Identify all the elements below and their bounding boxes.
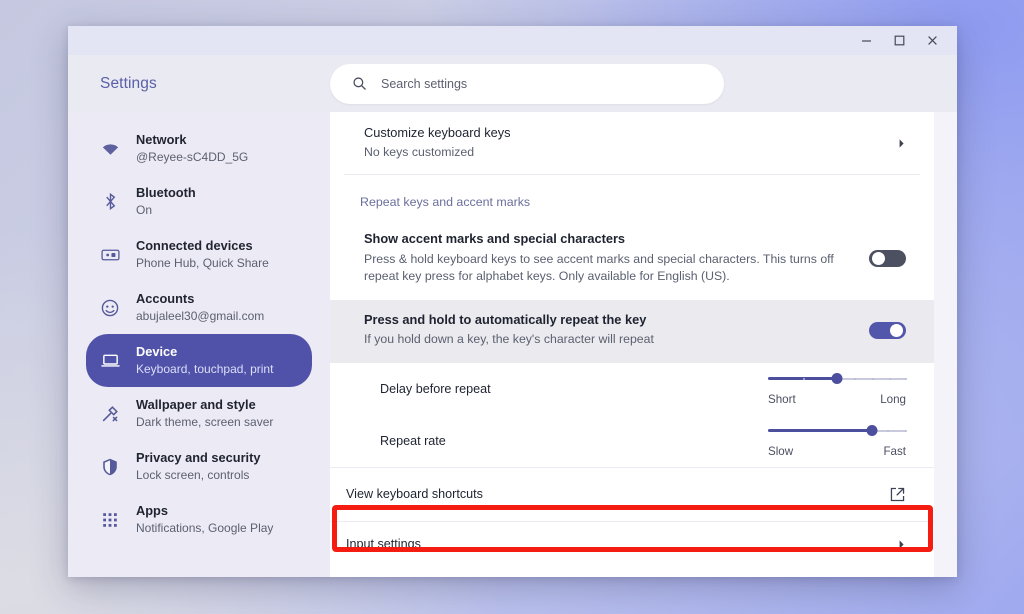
view-keyboard-shortcuts-row[interactable]: View keyboard shortcuts [330, 467, 934, 521]
row-title: Press and hold to automatically repeat t… [364, 312, 654, 329]
sidebar-item-label: Wallpaper and style [136, 397, 273, 413]
search-icon [352, 76, 367, 91]
sidebar-item-label: Network [136, 132, 248, 148]
apps-grid-icon [100, 512, 120, 528]
sidebar: Network @Reyee-sC4DD_5G Bluetooth On [68, 112, 330, 577]
input-settings-row[interactable]: Input settings [330, 521, 934, 567]
sidebar-item-sublabel: Phone Hub, Quick Share [136, 256, 269, 271]
slider-min-label: Slow [768, 445, 793, 458]
row-description: If you hold down a key, the key's charac… [364, 331, 654, 348]
search-placeholder: Search settings [381, 77, 467, 91]
sidebar-item-sublabel: Dark theme, screen saver [136, 415, 273, 430]
bluetooth-icon [100, 193, 120, 210]
slider-min-label: Short [768, 393, 796, 406]
minimize-icon[interactable] [850, 26, 883, 55]
sidebar-item-wallpaper-and-style[interactable]: Wallpaper and style Dark theme, screen s… [86, 387, 312, 440]
sidebar-item-privacy-and-security[interactable]: Privacy and security Lock screen, contro… [86, 440, 312, 493]
search-input[interactable]: Search settings [330, 64, 724, 104]
window-body: Network @Reyee-sC4DD_5G Bluetooth On [68, 112, 957, 577]
delay-before-repeat-row: Delay before repeat [330, 363, 934, 415]
wifi-icon [100, 142, 120, 156]
maximize-icon[interactable] [883, 26, 916, 55]
slider-thumb [832, 373, 843, 384]
close-icon[interactable] [916, 26, 949, 55]
row-title: Customize keyboard keys [364, 125, 511, 142]
slider-max-label: Long [880, 393, 906, 406]
sidebar-item-network[interactable]: Network @Reyee-sC4DD_5G [86, 122, 312, 175]
slider-max-label: Fast [883, 445, 906, 458]
sidebar-item-label: Apps [136, 503, 273, 519]
press-and-hold-toggle[interactable] [869, 322, 906, 339]
show-accent-marks-toggle[interactable] [869, 250, 906, 267]
show-accent-marks-row[interactable]: Show accent marks and special characters… [330, 219, 934, 300]
repeat-rate-row: Repeat rate Slow Fast [330, 415, 934, 467]
delay-before-repeat-slider[interactable]: Short Long [768, 372, 906, 406]
external-link-icon [889, 486, 906, 503]
wallpaper-icon [100, 405, 120, 423]
repeat-keys-section: Repeat keys and accent marks [330, 174, 934, 219]
sidebar-item-sublabel: On [136, 203, 196, 218]
content-scrollbar[interactable] [934, 112, 957, 577]
row-description: Press & hold keyboard keys to see accent… [364, 251, 849, 286]
sidebar-item-bluetooth[interactable]: Bluetooth On [86, 175, 312, 228]
sidebar-item-device[interactable]: Device Keyboard, touchpad, print [86, 334, 312, 387]
laptop-icon [100, 353, 120, 368]
sidebar-item-sublabel: abujaleel30@gmail.com [136, 309, 264, 324]
page-title: Settings [68, 75, 330, 93]
sidebar-item-label: Accounts [136, 291, 264, 307]
sidebar-item-sublabel: Notifications, Google Play [136, 521, 273, 536]
sidebar-item-apps[interactable]: Apps Notifications, Google Play [86, 493, 312, 546]
press-and-hold-row[interactable]: Press and hold to automatically repeat t… [330, 300, 934, 363]
sidebar-item-sublabel: @Reyee-sC4DD_5G [136, 150, 248, 165]
sidebar-item-label: Bluetooth [136, 185, 196, 201]
slider-thumb [866, 425, 877, 436]
sidebar-item-label: Privacy and security [136, 450, 260, 466]
sidebar-item-sublabel: Keyboard, touchpad, print [136, 362, 273, 377]
settings-window: Settings Search settings Network @Reyee-… [68, 26, 957, 577]
sidebar-item-label: Connected devices [136, 238, 269, 254]
app-topbar: Settings Search settings [68, 55, 957, 112]
window-titlebar [68, 26, 957, 55]
main-content-area: Customize keyboard keys No keys customiz… [330, 112, 957, 577]
row-subtitle: No keys customized [364, 145, 511, 161]
connected-devices-icon [100, 248, 120, 262]
shield-icon [100, 458, 120, 476]
row-title: Input settings [346, 537, 421, 551]
settings-content: Customize keyboard keys No keys customiz… [330, 112, 934, 577]
repeat-rate-slider[interactable]: Slow Fast [768, 424, 906, 458]
slider-label: Delay before repeat [380, 382, 491, 396]
customize-keyboard-keys-row[interactable]: Customize keyboard keys No keys customiz… [330, 112, 934, 174]
sidebar-item-connected-devices[interactable]: Connected devices Phone Hub, Quick Share [86, 228, 312, 281]
slider-label: Repeat rate [380, 434, 446, 448]
row-title: Show accent marks and special characters [364, 231, 849, 248]
account-icon [100, 299, 120, 317]
row-title: View keyboard shortcuts [346, 487, 483, 501]
section-heading: Repeat keys and accent marks [344, 174, 920, 219]
chevron-right-icon [897, 138, 906, 149]
sidebar-item-accounts[interactable]: Accounts abujaleel30@gmail.com [86, 281, 312, 334]
sidebar-item-label: Device [136, 344, 273, 360]
chevron-right-icon [897, 539, 906, 550]
sidebar-item-sublabel: Lock screen, controls [136, 468, 260, 483]
